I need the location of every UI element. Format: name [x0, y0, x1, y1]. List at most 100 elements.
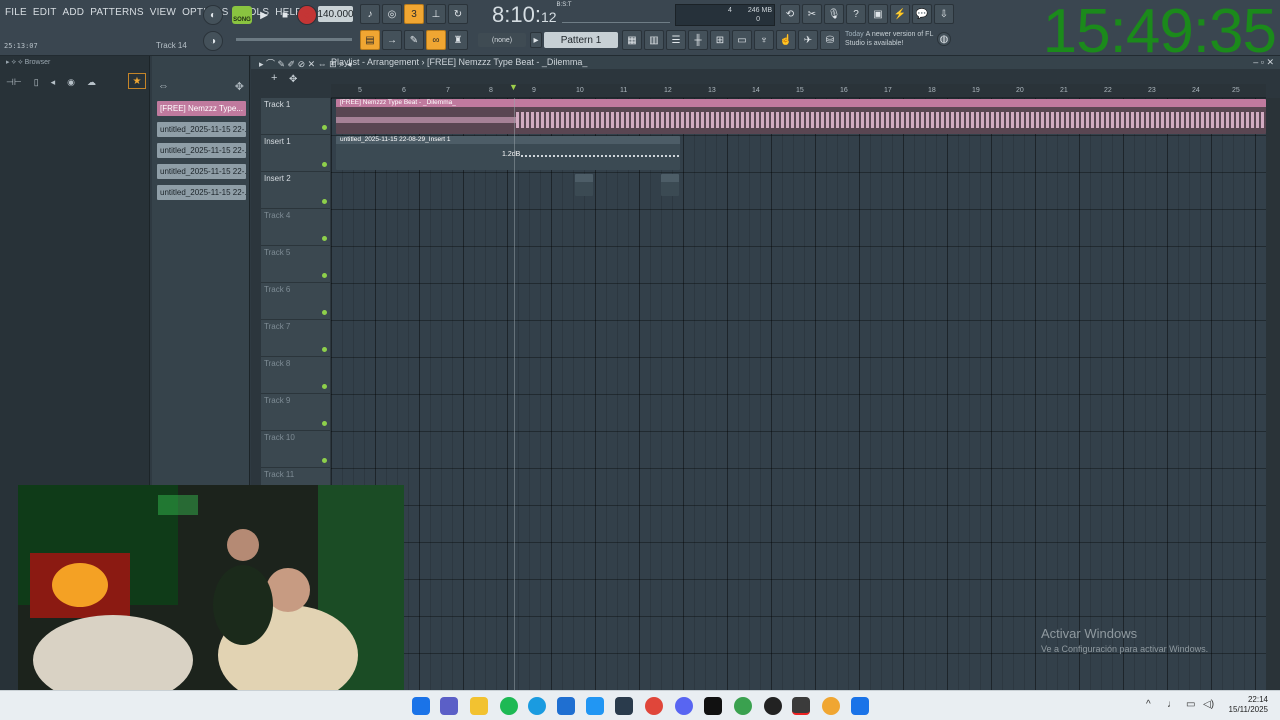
chrome-icon[interactable]	[645, 697, 663, 715]
news-panel[interactable]: Today A newer version of FL Studio is av…	[845, 30, 937, 48]
system-clock[interactable]: 22:14 15/11/2025	[1229, 695, 1268, 715]
link-icon[interactable]: ∞	[426, 30, 446, 50]
collapse-icon[interactable]: ⊣⊢	[6, 77, 22, 88]
volume-icon[interactable]: ◁)	[1203, 699, 1214, 710]
wait-record-icon[interactable]: ◎	[382, 4, 402, 24]
tiktok-icon[interactable]	[704, 697, 722, 715]
loop-record-icon[interactable]: ↻	[448, 4, 468, 24]
plugin-picker-icon[interactable]: ♆	[754, 30, 774, 50]
save-icon[interactable]: ▣	[868, 4, 888, 24]
mail-icon[interactable]	[586, 697, 604, 715]
store-icon[interactable]	[557, 697, 575, 715]
fl-studio-icon[interactable]	[822, 697, 840, 715]
obs-icon[interactable]	[764, 697, 782, 715]
audio-clip[interactable]	[575, 174, 593, 196]
microphone-tray-icon[interactable]: ♩	[1167, 699, 1177, 710]
master-pitch-knob-icon[interactable]: ◑	[203, 31, 223, 51]
help-icon[interactable]: ?	[846, 4, 866, 24]
playlist-icon[interactable]: ▦	[622, 30, 642, 50]
browser-view-icon[interactable]: ⊞	[710, 30, 730, 50]
stop-icon[interactable]: ■	[275, 5, 295, 25]
news-globe-icon[interactable]: ◍	[937, 32, 951, 46]
steam-icon[interactable]	[615, 697, 633, 715]
track-header[interactable]: Track 5	[261, 246, 330, 283]
file-icon[interactable]: ▯	[34, 77, 39, 88]
piano-roll-icon[interactable]: ▥	[644, 30, 664, 50]
target-icon[interactable]: ◉	[67, 77, 75, 88]
track-header[interactable]: Track 9	[261, 394, 330, 431]
channel-rack-icon[interactable]: ☰	[666, 30, 686, 50]
notepad-icon[interactable]	[851, 697, 869, 715]
picker-item[interactable]: untitled_2025-11-15 22-...	[157, 164, 246, 179]
track-enable-icon[interactable]	[322, 310, 327, 315]
mixer-icon[interactable]: ✂	[802, 4, 822, 24]
windows-start-icon[interactable]	[412, 697, 430, 715]
audio-clip[interactable]: [FREE] Nemzzz Type Beat - _Dilemma_	[336, 99, 1266, 134]
picker-scroll-icon[interactable]: ⇔	[158, 80, 169, 96]
stamp-icon[interactable]: ♜	[448, 30, 468, 50]
track-header[interactable]: Track 10	[261, 431, 330, 468]
track-header[interactable]: Track 4	[261, 209, 330, 246]
menu-file[interactable]: FILE	[5, 7, 27, 18]
pattern-selector[interactable]: Pattern 1	[544, 32, 618, 48]
cloud-icon[interactable]: ☁	[87, 77, 96, 88]
picker-move-icon[interactable]: ✥	[235, 80, 244, 96]
record-icon[interactable]: ●	[297, 5, 317, 25]
picker-item[interactable]: untitled_2025-11-15 22-...	[157, 122, 246, 137]
undo-history-icon[interactable]: ⟲	[780, 4, 800, 24]
tray-chevron-icon[interactable]: ^	[1146, 699, 1151, 710]
picker-item[interactable]: [FREE] Nemzzz Type...	[157, 101, 246, 116]
chrome-profile-icon[interactable]	[734, 697, 752, 715]
timeline-ruler[interactable]: 5 6 7 8 9 10 11 12 13 14 15 16 17 18 19 …	[331, 82, 1266, 98]
cart-icon[interactable]: ⛁	[820, 30, 840, 50]
track-enable-icon[interactable]	[322, 458, 327, 463]
mixer-view-icon[interactable]: ╫	[688, 30, 708, 50]
file-explorer-icon[interactable]	[470, 697, 488, 715]
playlist-grid[interactable]: [FREE] Nemzzz Type Beat - _Dilemma_ unti…	[331, 98, 1266, 690]
metronome-icon[interactable]: ♪	[360, 4, 380, 24]
play-icon[interactable]: ▶	[254, 5, 274, 25]
tempo-display[interactable]: 140.000	[317, 6, 354, 22]
audio-clip[interactable]: untitled_2025-11-15 22-08-29_Insert 1 1.…	[336, 136, 680, 170]
track-header[interactable]: Insert 1	[261, 135, 330, 172]
window-controls-icon[interactable]: ‒ ▫ ✕	[1253, 57, 1274, 68]
menu-add[interactable]: ADD	[63, 7, 85, 18]
microphone-icon[interactable]: 🎙	[824, 4, 844, 24]
track-enable-icon[interactable]	[322, 236, 327, 241]
song-mode-toggle[interactable]: SONG	[232, 6, 252, 24]
snap-icon[interactable]: ▤	[360, 30, 380, 50]
draw-tool-icon[interactable]: ✎	[404, 30, 424, 50]
track-enable-icon[interactable]	[322, 199, 327, 204]
playlist-scrollbar[interactable]	[1266, 98, 1280, 690]
pattern-filter-select[interactable]: (none)	[478, 33, 526, 47]
track-header[interactable]: Insert 2	[261, 172, 330, 209]
track-header[interactable]: Track 1	[261, 98, 330, 135]
menu-patterns[interactable]: PATTERNS	[90, 7, 143, 18]
audio-clip[interactable]	[661, 174, 679, 196]
track-header[interactable]: Track 8	[261, 357, 330, 394]
picker-item[interactable]: untitled_2025-11-15 22-...	[157, 143, 246, 158]
playhead-marker-icon[interactable]: ▼	[509, 82, 518, 92]
edge-icon[interactable]	[528, 697, 546, 715]
project-icon[interactable]: ▭	[732, 30, 752, 50]
chat-icon[interactable]: 💬	[912, 4, 932, 24]
discord-icon[interactable]	[675, 697, 693, 715]
browser-arrows-icon[interactable]: ▸ ⟡ ⟡	[6, 59, 23, 66]
arrow-right-icon[interactable]: →	[382, 30, 402, 50]
plugin-icon[interactable]: ⚡	[890, 4, 910, 24]
teams-icon[interactable]	[440, 697, 458, 715]
menu-edit[interactable]: EDIT	[33, 7, 57, 18]
star-icon[interactable]: ★	[128, 73, 146, 89]
picker-item[interactable]: untitled_2025-11-15 22-...	[157, 185, 246, 200]
track-header[interactable]: Track 6	[261, 283, 330, 320]
touch-keyboard-icon[interactable]: ☝	[776, 30, 796, 50]
pattern-prev-icon[interactable]: ▸	[530, 32, 542, 48]
track-enable-icon[interactable]	[322, 273, 327, 278]
tools-icon[interactable]: ✈	[798, 30, 818, 50]
download-icon[interactable]: ⇩	[934, 4, 954, 24]
track-enable-icon[interactable]	[322, 421, 327, 426]
network-icon[interactable]: ▭	[1186, 699, 1195, 710]
track-enable-icon[interactable]	[322, 384, 327, 389]
step-edit-icon[interactable]: ⊥	[426, 4, 446, 24]
track-header[interactable]: Track 7	[261, 320, 330, 357]
